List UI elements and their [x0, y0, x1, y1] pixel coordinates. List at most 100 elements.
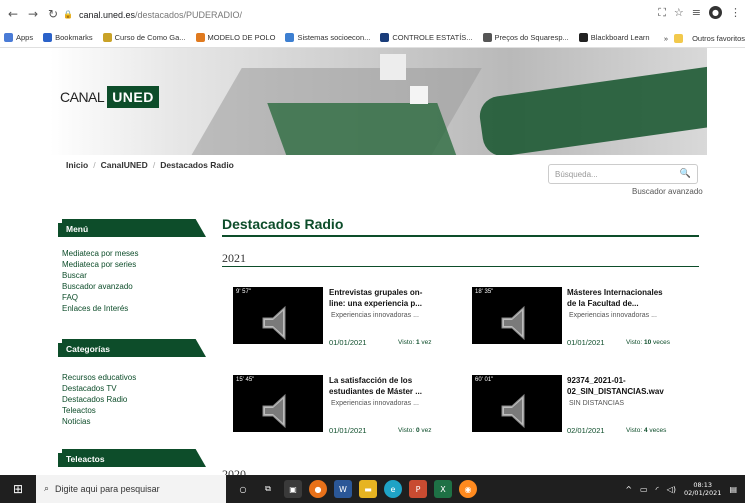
bookmarks-overflow-icon[interactable]: » [664, 34, 668, 43]
breadcrumb-canaluned[interactable]: CanalUNED [101, 160, 148, 170]
url-host: canal.uned.es [78, 9, 136, 20]
windows-start-icon[interactable]: ⊞ [0, 475, 36, 503]
bookmarks-bar: Apps Bookmarks Curso de Como Ga... MODEL… [0, 28, 745, 48]
battery-icon[interactable]: ▭ [640, 485, 648, 494]
bookmark-curso[interactable]: Curso de Como Ga... [102, 33, 186, 42]
file-explorer-icon[interactable]: ▬ [359, 480, 377, 498]
canal-uned-logo[interactable]: CANAL UNED [60, 86, 159, 108]
audio-thumbnail[interactable]: 9' 57" [233, 287, 323, 344]
breadcrumb-inicio[interactable]: Inicio [66, 160, 88, 170]
sidebar-item-series[interactable]: Mediateca por series [62, 259, 138, 270]
back-icon[interactable]: ← [6, 7, 20, 21]
bookmark-label: Bookmarks [55, 33, 93, 42]
bookmark-favicon-icon [482, 33, 492, 42]
chrome-icon[interactable]: ● [309, 480, 327, 498]
more-menu-icon[interactable]: ⋮ [730, 6, 741, 20]
card-subtitle[interactable]: Experiencias innovadoras ... [331, 400, 419, 407]
sidebar-item-teleactos[interactable]: Teleactos [62, 405, 136, 416]
bookmark-controle[interactable]: CONTROLE ESTATÍS... [380, 33, 473, 42]
title-divider [222, 235, 699, 237]
url-path: /destacados/PUDERADIO/ [135, 9, 243, 20]
sidebar-categories-list: Recursos educativos Destacados TV Destac… [62, 372, 136, 427]
speaker-icon [501, 305, 525, 341]
bookmark-label: Preços do Squaresp... [494, 33, 569, 42]
card-subtitle[interactable]: Experiencias innovadoras ... [331, 312, 419, 319]
wifi-icon[interactable]: ◜ [656, 485, 659, 494]
sidebar-item-recursos[interactable]: Recursos educativos [62, 372, 136, 383]
chevron-up-icon[interactable]: ^ [625, 485, 632, 494]
year-divider [222, 266, 699, 267]
star-icon[interactable]: ☆ [674, 6, 684, 20]
bookmark-favicon-icon [195, 33, 205, 42]
audio-thumbnail[interactable]: 18' 35" [472, 287, 562, 344]
taskbar-search-input[interactable]: ⌕ Digite aqui para pesquisar [36, 475, 226, 503]
sidebar-item-enlaces[interactable]: Enlaces de Interés [62, 303, 138, 314]
clock-date: 02/01/2021 [683, 489, 722, 497]
search-input[interactable]: Búsqueda... 🔍 [548, 164, 698, 184]
bookmark-label: CONTROLE ESTATÍS... [392, 33, 473, 42]
duration-label: 15' 45" [236, 377, 255, 383]
card-subtitle[interactable]: Experiencias innovadoras ... [569, 312, 657, 319]
notifications-icon[interactable]: ▤ [729, 485, 737, 494]
reload-icon[interactable]: ↻ [46, 7, 60, 21]
speaker-icon [262, 393, 286, 429]
bookmark-bookmarks[interactable]: Bookmarks [43, 33, 93, 42]
volume-icon[interactable]: ◁) [667, 485, 676, 494]
forward-icon[interactable]: → [26, 7, 40, 21]
translate-icon[interactable]: ⛶ [658, 6, 666, 20]
sidebar-item-destacados-tv[interactable]: Destacados TV [62, 383, 136, 394]
site-banner: CANAL UNED [50, 48, 707, 155]
other-bookmarks[interactable]: Outros favoritos [692, 34, 745, 43]
breadcrumb: Inicio / CanalUNED / Destacados Radio [66, 160, 234, 170]
page-title: Destacados Radio [222, 216, 344, 232]
cortana-icon[interactable]: ○ [234, 480, 252, 498]
profile-avatar[interactable]: ● [709, 6, 722, 19]
lock-icon: 🔒 [63, 10, 73, 19]
bookmark-label: Apps [16, 33, 34, 42]
task-view-icon[interactable]: ⧉ [259, 480, 277, 498]
powerpoint-icon[interactable]: P [409, 480, 427, 498]
reading-list-icon[interactable]: ≡ [692, 6, 701, 20]
firefox-icon[interactable]: ◉ [459, 480, 477, 498]
bookmark-modelo[interactable]: MODELO DE POLO [195, 33, 275, 42]
search-icon[interactable]: 🔍 [680, 169, 691, 179]
sidebar-item-faq[interactable]: FAQ [62, 292, 138, 303]
duration-label: 60' 01" [475, 377, 494, 383]
year-heading-2021: 2021 [222, 251, 246, 265]
bookmark-favicon-icon [285, 33, 295, 42]
audio-thumbnail[interactable]: 15' 45" [233, 375, 323, 432]
audio-thumbnail[interactable]: 60' 01" [472, 375, 562, 432]
sidebar-item-buscador-avanzado[interactable]: Buscador avanzado [62, 281, 138, 292]
card-views: Visto: 1 vez [398, 339, 432, 346]
system-tray: ^ ▭ ◜ ◁) 08:13 02/01/2021 ▤ [625, 475, 737, 503]
logo-uned-text: UNED [107, 86, 159, 108]
web-page: CANAL UNED Inicio / CanalUNED / Destacados R… [0, 48, 745, 475]
bookmark-blackboard[interactable]: Blackboard Learn [578, 33, 650, 42]
advanced-search-link[interactable]: Buscador avanzado [632, 187, 703, 196]
card-subtitle[interactable]: SIN DISTANCIAS [569, 400, 624, 407]
sidebar-item-meses[interactable]: Mediateca por meses [62, 248, 138, 259]
card-title[interactable]: 92374_2021-01- 02_SIN_DISTANCIAS.wav [567, 375, 697, 397]
sidebar-item-noticias[interactable]: Noticias [62, 416, 136, 427]
apps-grid-icon [4, 33, 13, 42]
clock[interactable]: 08:13 02/01/2021 [684, 481, 721, 497]
bookmark-label: Blackboard Learn [590, 33, 650, 42]
edge-icon[interactable]: e [384, 480, 402, 498]
word-icon[interactable]: W [334, 480, 352, 498]
card-title[interactable]: Másteres Internacionales de la Facultad d… [567, 287, 697, 309]
search-placeholder: Búsqueda... [555, 169, 598, 179]
sidebar-menu-list: Mediateca por meses Mediateca por series… [62, 248, 138, 314]
card-title[interactable]: La satisfacción de los estudiantes de Más… [329, 375, 459, 397]
address-bar[interactable]: 🔒 canal.uned.es /destacados/PUDERADIO/ [63, 7, 663, 22]
bookmark-precos[interactable]: Preços do Squaresp... [482, 33, 569, 42]
star-bookmark-icon [43, 33, 53, 42]
sidebar-item-destacados-radio[interactable]: Destacados Radio [62, 394, 136, 405]
bookmark-sistemas[interactable]: Sistemas socioecon... [285, 33, 370, 42]
sidebar-item-buscar[interactable]: Buscar [62, 270, 138, 281]
bookmark-favicon-icon [380, 33, 390, 42]
card-title[interactable]: Entrevistas grupales on-line: una experi… [329, 287, 459, 309]
store-icon[interactable]: ▣ [284, 480, 302, 498]
excel-icon[interactable]: X [434, 480, 452, 498]
folder-icon [674, 33, 684, 43]
bookmark-apps[interactable]: Apps [4, 33, 33, 42]
